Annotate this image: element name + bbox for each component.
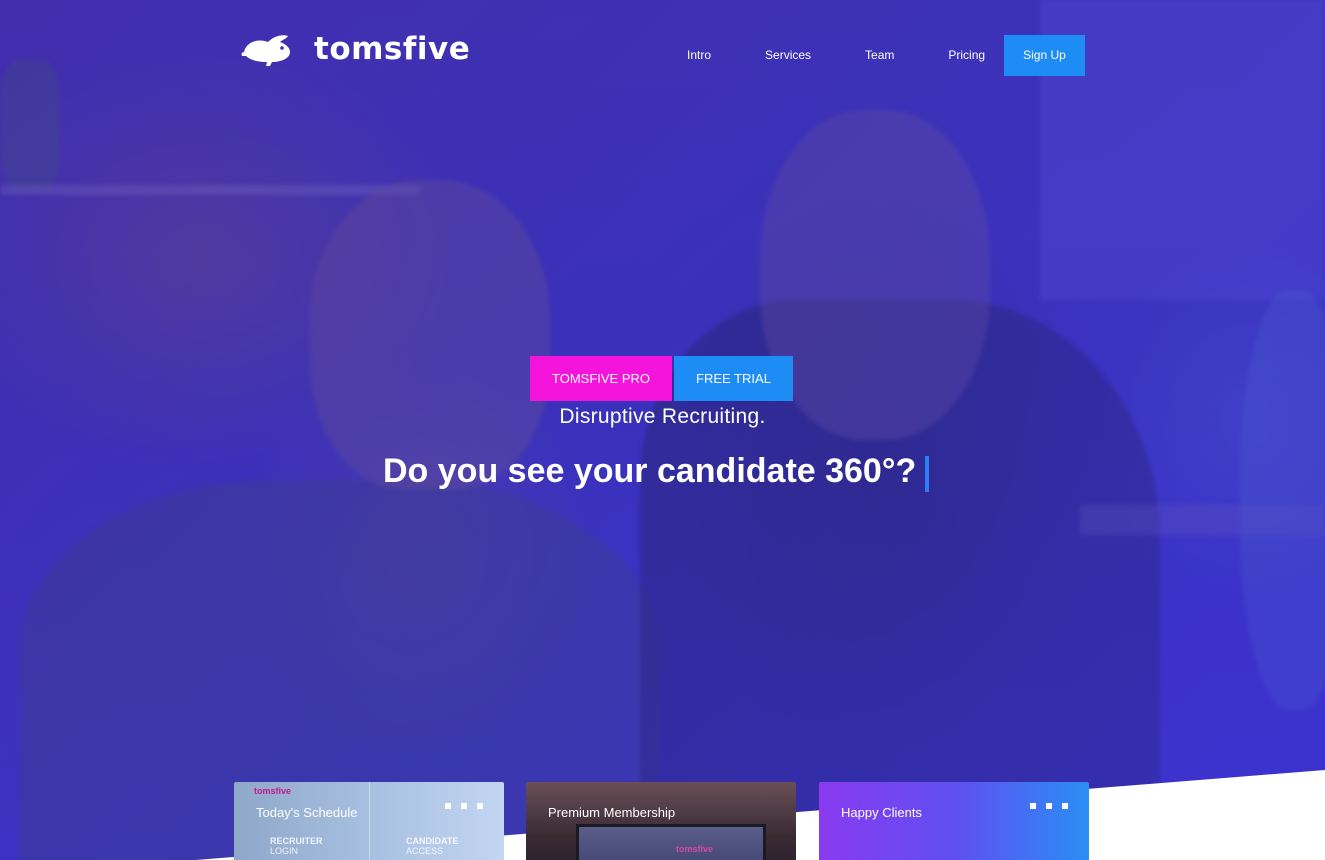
hero-headline: Do you see your candidate 360°? — [383, 452, 917, 490]
candidate-sub-label: ACCESS — [406, 846, 444, 856]
nav-item-team[interactable]: Team — [838, 35, 921, 75]
card-title: Premium Membership — [548, 805, 676, 820]
recruiter-login-link[interactable]: RECRUITER LOGIN — [270, 836, 323, 856]
dot-icon — [1046, 803, 1052, 809]
recruiter-label: RECRUITER — [270, 836, 323, 846]
candidate-access-link[interactable]: CANDIDATE ACCESS — [406, 836, 458, 856]
laptop-screen-image — [576, 824, 766, 860]
nav-menu: Intro Services Team Pricing — [660, 35, 1012, 75]
dot-icon — [1030, 803, 1036, 809]
card-todays-schedule[interactable]: tomsfive Today's Schedule RECRUITER LOGI… — [234, 782, 504, 860]
dot-icon — [1062, 803, 1068, 809]
brand-logo[interactable]: tomsfive — [240, 30, 470, 68]
sign-up-button[interactable]: Sign Up — [1004, 35, 1085, 76]
candidate-label: CANDIDATE — [406, 836, 459, 846]
card-menu-dots[interactable] — [445, 803, 483, 809]
card-brand-label: tomsfive — [254, 786, 292, 796]
card-divider — [369, 782, 370, 860]
rabbit-logo-icon — [240, 30, 294, 68]
card-premium-membership[interactable]: tomsfive Premium Membership — [526, 782, 796, 860]
card-brand-label: tomsfive — [676, 844, 714, 854]
card-title: Today's Schedule — [256, 805, 358, 820]
dot-icon — [461, 803, 467, 809]
hero-subtitle: Disruptive Recruiting. — [559, 405, 766, 428]
top-navigation: tomsfive Intro Services Team Pricing Sig… — [0, 0, 1325, 110]
typing-cursor — [925, 456, 929, 492]
hero-color-overlay — [0, 0, 1325, 860]
card-title: Happy Clients — [841, 805, 922, 820]
nav-item-intro[interactable]: Intro — [660, 35, 738, 75]
free-trial-button[interactable]: FREE TRIAL — [674, 356, 793, 401]
nav-item-services[interactable]: Services — [738, 35, 838, 75]
dot-icon — [445, 803, 451, 809]
dot-icon — [477, 803, 483, 809]
tomsfive-pro-button[interactable]: TOMSFIVE PRO — [530, 356, 672, 401]
nav-item-pricing[interactable]: Pricing — [921, 35, 1012, 75]
brand-name: tomsfive — [314, 31, 471, 67]
hero-background — [0, 0, 1325, 860]
hero-cta-group: TOMSFIVE PRO FREE TRIAL — [530, 356, 793, 401]
recruiter-sub-label: LOGIN — [270, 846, 299, 856]
card-happy-clients[interactable]: Happy Clients — [819, 782, 1089, 860]
card-menu-dots[interactable] — [1030, 803, 1068, 809]
